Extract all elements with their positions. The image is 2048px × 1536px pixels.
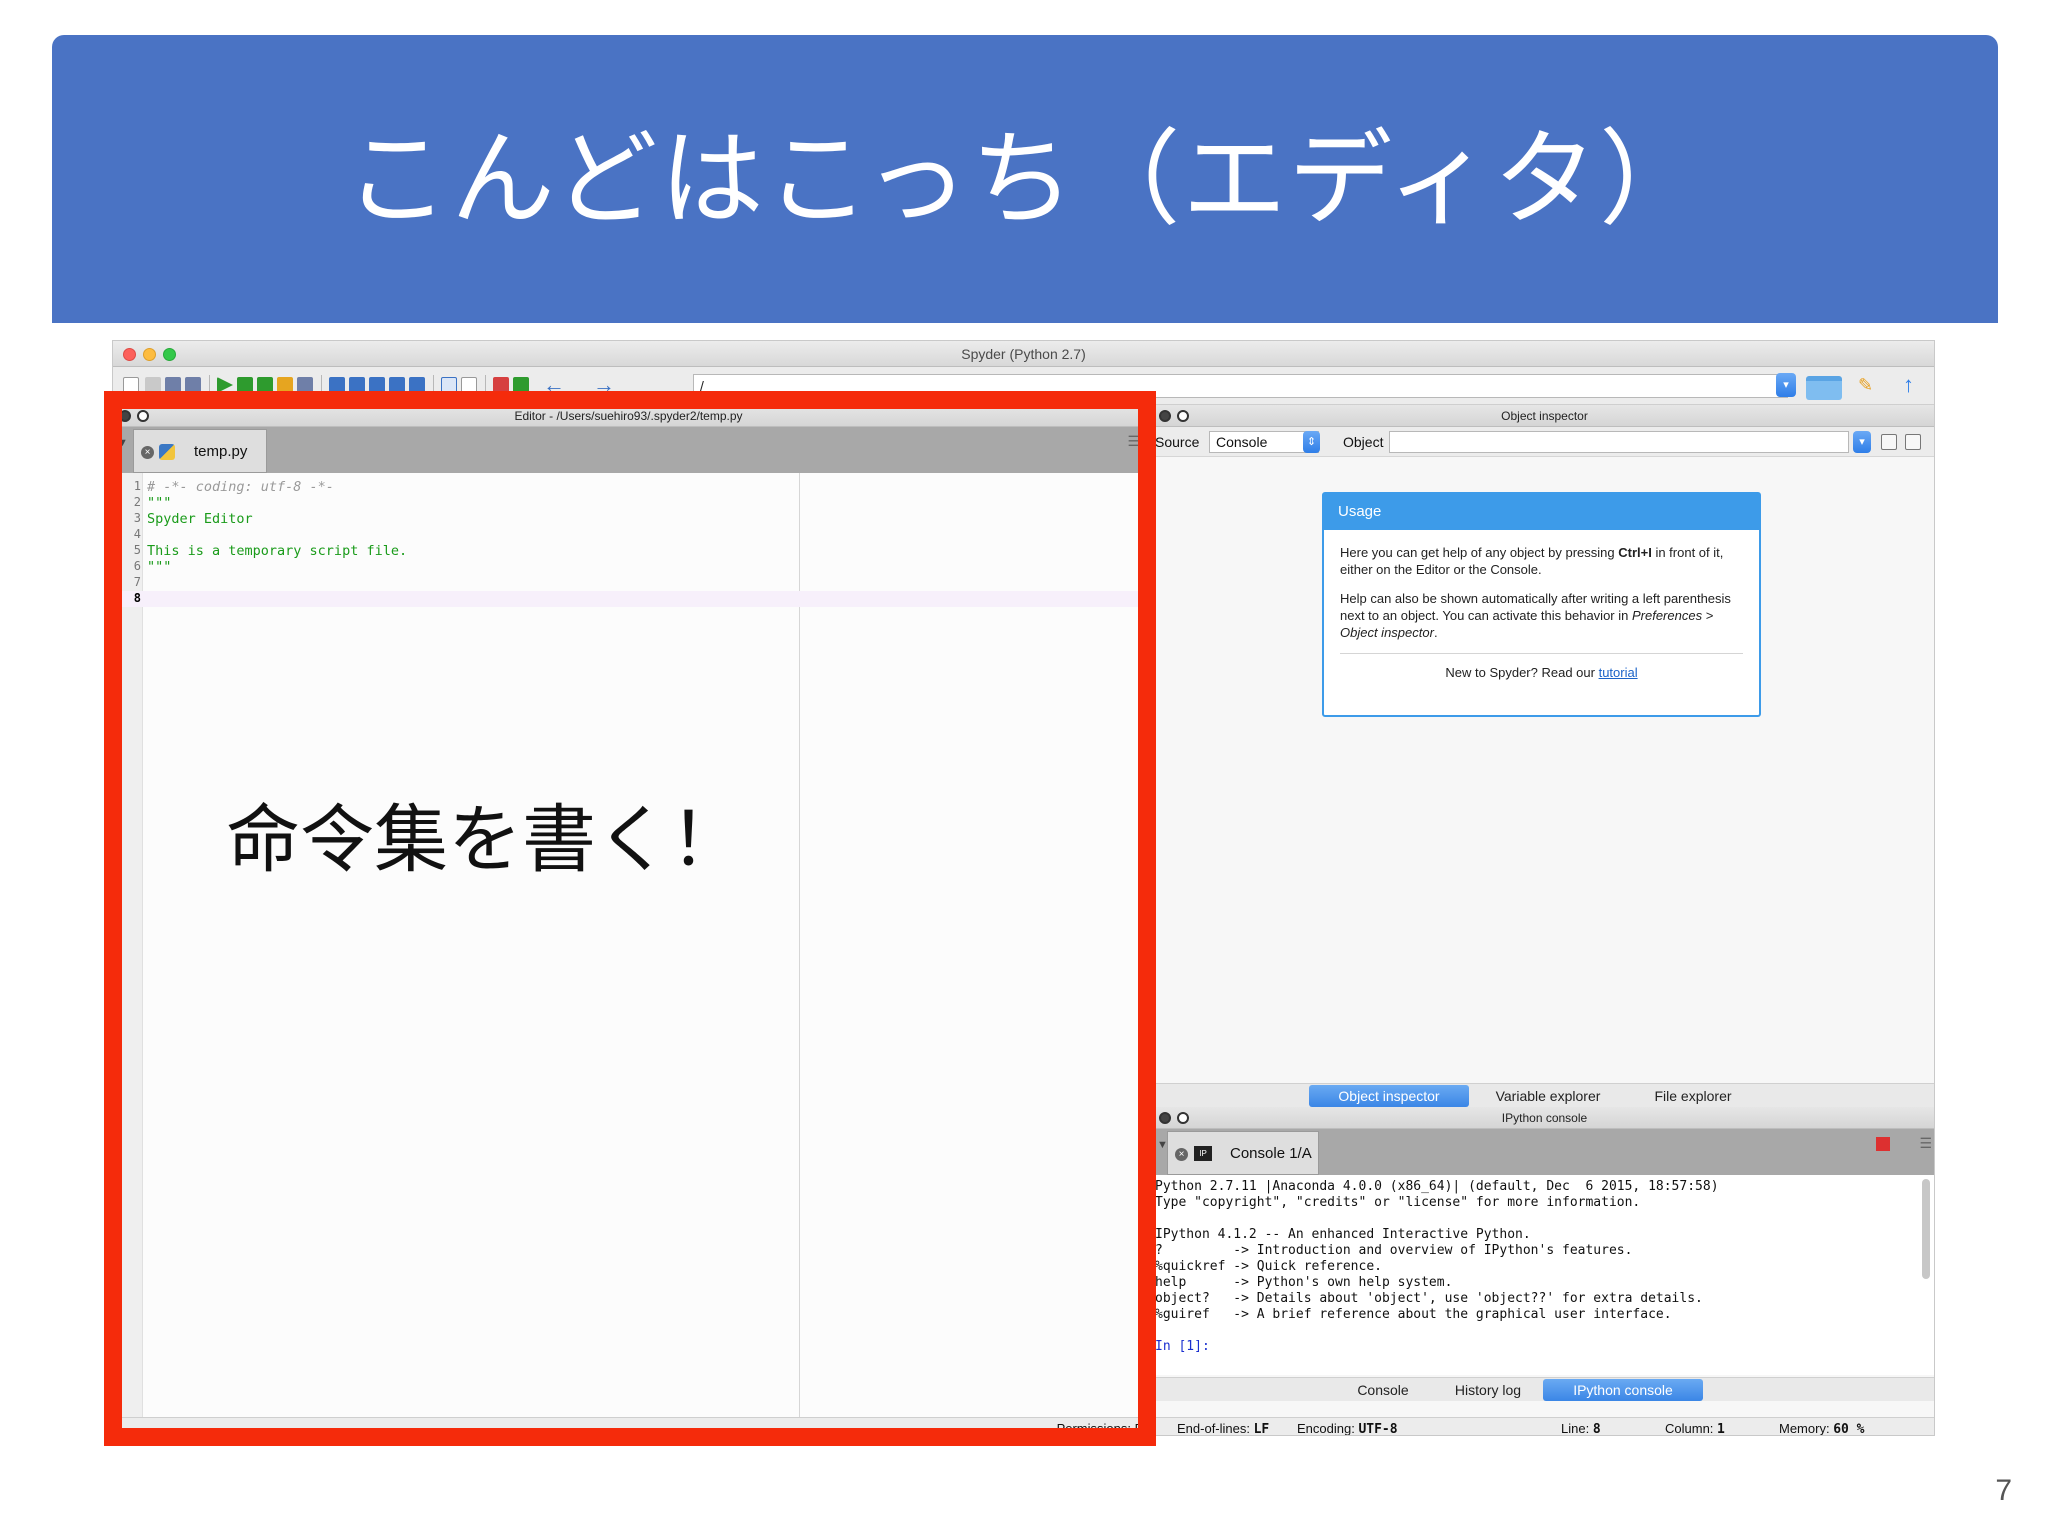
console-tab-bar: ▼ × IP Console 1/A ☰ [1153,1129,1934,1175]
tab-history-log[interactable]: History log [1438,1379,1538,1401]
console-tab-label: Console 1/A [1230,1145,1312,1162]
line-label: Line: [1561,1421,1590,1436]
console-tab-1a[interactable]: × IP Console 1/A [1167,1131,1319,1175]
console-line: %guiref -> A brief reference about the g… [1155,1307,1672,1322]
editor-annotation: 命令集を書く！ [226,797,744,883]
usage-text: . [1433,625,1438,640]
memory-label: Memory: [1779,1421,1830,1436]
source-select-value: Console [1216,434,1268,450]
inspector-header: Object inspector [1153,405,1934,427]
tab-variable-explorer[interactable]: Variable explorer [1473,1085,1623,1107]
main-status-bar: End-of-lines: LF Encoding: UTF-8 Line: 8… [1153,1417,1934,1436]
usage-title: Usage [1324,494,1759,530]
usage-paragraph: Here you can get help of any object by p… [1340,544,1743,578]
lock-icon[interactable] [1881,434,1897,450]
object-input[interactable] [1389,431,1849,453]
eol-value: LF [1253,1422,1270,1436]
object-label: Object [1343,434,1384,450]
console-options-icon[interactable]: ☰ [1919,1135,1932,1152]
inspector-header-title: Object inspector [1501,409,1588,423]
line-status: Line: 8 [1561,1421,1601,1436]
path-dropdown-chevron-icon[interactable]: ▾ [1776,373,1796,397]
inspector-options-icon[interactable] [1905,434,1921,450]
right-pane-tab-bar: Object inspector Variable explorer File … [1153,1083,1934,1107]
console-line: object? -> Details about 'object', use '… [1155,1291,1703,1306]
tab-file-explorer[interactable]: File explorer [1628,1085,1758,1107]
usage-footer: New to Spyder? Read our tutorial [1340,653,1743,681]
console-line: Type "copyright", "credits" or "license"… [1155,1195,1641,1210]
eol-status: End-of-lines: LF [1177,1421,1270,1436]
close-tab-icon[interactable]: × [1175,1148,1188,1161]
usage-paragraph: Help can also be shown automatically aft… [1340,590,1743,641]
stop-kernel-icon[interactable] [1876,1137,1890,1151]
column-status: Column: 1 [1665,1421,1725,1436]
ipython-icon: IP [1194,1146,1212,1161]
page-number: 7 [1995,1474,2012,1507]
console-scrollbar[interactable] [1922,1179,1930,1279]
line-value: 8 [1592,1422,1601,1436]
encoding-status: Encoding: UTF-8 [1297,1421,1398,1436]
usage-help-box: Usage Here you can get help of any objec… [1322,492,1761,717]
eol-label: End-of-lines: [1177,1421,1250,1436]
editor-highlight-box [104,391,1156,1446]
slide-title-banner: こんどはこっち（エディタ） [52,35,1998,323]
tab-object-inspector[interactable]: Object inspector [1309,1085,1469,1107]
console-line: Python 2.7.11 |Anaconda 4.0.0 (x86_64)| … [1155,1179,1719,1194]
tutorial-link[interactable]: tutorial [1599,665,1638,680]
shortcut-key: Ctrl+I [1618,545,1652,560]
source-chevron-icon[interactable]: ⇕ [1303,431,1320,453]
console-output[interactable]: Python 2.7.11 |Anaconda 4.0.0 (x86_64)| … [1153,1175,1934,1375]
ipython-console-pane: IPython console ▼ × IP Console 1/A ☰ Pyt… [1153,1107,1934,1435]
object-dropdown-chevron-icon[interactable]: ▾ [1853,431,1871,453]
console-line: help -> Python's own help system. [1155,1275,1453,1290]
usage-text: Here you can get help of any object by p… [1340,545,1619,560]
tab-ipython-console[interactable]: IPython console [1543,1379,1703,1401]
memory-status: Memory: 60 % [1779,1421,1865,1436]
slide-title: こんどはこっち（エディタ） [344,118,1706,240]
object-inspector-pane: Object inspector Source Console ⇕ Object… [1153,405,1934,1105]
window-title: Spyder (Python 2.7) [961,346,1086,362]
console-header: IPython console [1153,1107,1934,1129]
tab-console[interactable]: Console [1333,1379,1433,1401]
window-titlebar: Spyder (Python 2.7) [113,341,1934,367]
column-label: Column: [1665,1421,1714,1436]
console-prompt: In [1]: [1155,1339,1210,1354]
console-line: %quickref -> Quick reference. [1155,1259,1382,1274]
inspector-toolbar: Source Console ⇕ Object ▾ [1153,427,1934,457]
column-value: 1 [1717,1422,1725,1436]
parent-directory-icon[interactable]: ↑ [1903,373,1914,397]
console-header-title: IPython console [1501,1111,1588,1125]
console-line: IPython 4.1.2 -- An enhanced Interactive… [1155,1227,1531,1242]
encoding-label: Encoding: [1297,1421,1355,1436]
memory-value: 60 % [1833,1422,1865,1436]
source-label: Source [1155,434,1200,450]
encoding-value: UTF-8 [1358,1422,1398,1436]
console-bottom-tab-bar: Console History log IPython console [1153,1377,1934,1401]
usage-footer-text: New to Spyder? Read our [1445,665,1599,680]
usage-body: Here you can get help of any object by p… [1324,530,1759,695]
console-line: ? -> Introduction and overview of IPytho… [1155,1243,1633,1258]
browse-folder-icon[interactable] [1806,376,1842,400]
set-directory-icon[interactable]: ✎ [1858,373,1873,397]
